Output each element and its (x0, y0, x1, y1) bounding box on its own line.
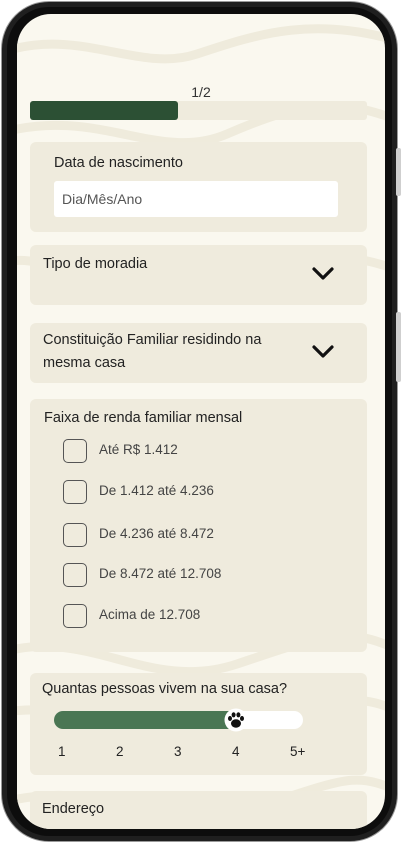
power-button (396, 312, 401, 382)
slider-tick-label: 2 (116, 744, 124, 759)
app-screen: 1/2 Data de nascimento Dia/Mês/Ano Tipo … (17, 14, 385, 829)
family-select[interactable]: Constituição Familiar residindo na mesma… (30, 323, 367, 383)
checkbox[interactable] (63, 439, 87, 463)
slider-tick-label: 4 (232, 744, 240, 759)
birthdate-card: Data de nascimento Dia/Mês/Ano (30, 142, 367, 232)
income-label: Faixa de renda familiar mensal (44, 410, 243, 426)
income-option-label: Acima de 12.708 (99, 607, 201, 622)
family-label-line1: Constituição Familiar residindo na (43, 332, 262, 348)
volume-button (396, 148, 401, 196)
income-option-label: De 1.412 até 4.236 (99, 483, 214, 498)
income-card: Faixa de renda familiar mensal Até R$ 1.… (30, 399, 367, 652)
address-card[interactable]: Endereço (30, 791, 367, 829)
birthdate-label: Data de nascimento (54, 155, 183, 171)
household-label: Quantas pessoas vivem na sua casa? (42, 681, 288, 697)
checkbox[interactable] (63, 523, 87, 547)
income-option-label: De 4.236 até 8.472 (99, 526, 214, 541)
housing-select[interactable]: Tipo de moradia (30, 245, 367, 305)
slider-fill (54, 711, 242, 729)
checkbox[interactable] (63, 604, 87, 628)
slider-tick-label: 5+ (290, 744, 306, 759)
phone-device: 1/2 Data de nascimento Dia/Mês/Ano Tipo … (0, 0, 401, 845)
income-option-label: De 8.472 até 12.708 (99, 566, 222, 581)
progress-bar (30, 101, 367, 120)
chevron-down-icon (312, 267, 334, 280)
progress-step-label: 1/2 (191, 84, 211, 100)
checkbox[interactable] (63, 563, 87, 587)
household-card: Quantas pessoas vivem na sua casa? 1 2 3 (30, 673, 367, 775)
chevron-down-icon (312, 345, 334, 358)
address-label: Endereço (42, 801, 105, 817)
checkbox[interactable] (63, 480, 87, 504)
income-option-label: Até R$ 1.412 (99, 442, 178, 457)
slider-tick-label: 3 (174, 744, 182, 759)
household-slider[interactable] (54, 708, 303, 732)
family-label-line2: mesma casa (43, 355, 126, 371)
progress-bar-fill (30, 101, 179, 120)
housing-label: Tipo de moradia (43, 256, 148, 272)
slider-tick-label: 1 (58, 744, 66, 759)
paw-icon[interactable] (224, 708, 248, 732)
birthdate-input[interactable]: Dia/Mês/Ano (54, 181, 338, 217)
